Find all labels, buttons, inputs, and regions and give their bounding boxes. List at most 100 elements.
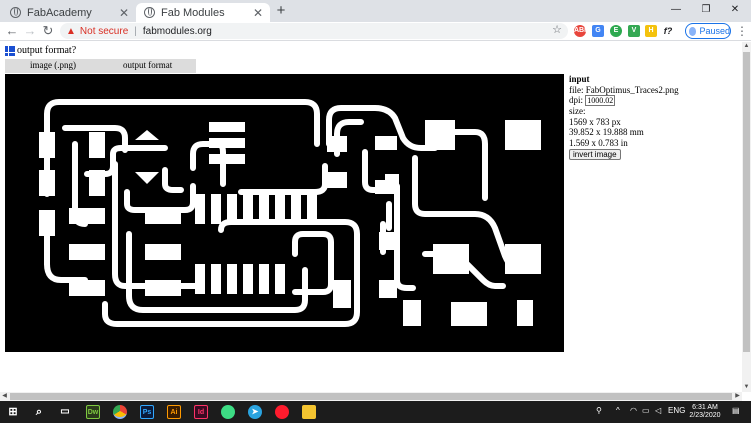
pad (145, 244, 181, 260)
url-text[interactable]: fabmodules.org (143, 26, 212, 37)
profile-status: Paused (699, 26, 730, 36)
tab-title: Fab Modules (161, 6, 225, 19)
tab-fab-modules[interactable]: Fab Modules ✕ (136, 3, 270, 22)
close-tab-icon[interactable]: ✕ (116, 6, 132, 20)
file-explorer-icon[interactable] (302, 405, 316, 419)
profile-button[interactable]: Paused (685, 23, 731, 39)
pad (145, 208, 181, 224)
battery-icon[interactable]: ▭ (642, 406, 650, 415)
globe-icon (144, 7, 155, 18)
highlighter-icon[interactable]: H (645, 25, 657, 37)
scroll-right-icon[interactable]: ▶ (733, 392, 742, 401)
pad (211, 194, 221, 224)
pad (209, 122, 245, 132)
trace (44, 261, 88, 283)
pad (211, 264, 221, 294)
avatar (689, 26, 697, 36)
scroll-down-icon[interactable]: ▼ (742, 383, 751, 392)
window-close-button[interactable]: ✕ (721, 2, 749, 18)
pad (517, 300, 533, 326)
browser-menu-icon[interactable]: ⋮ (736, 23, 748, 39)
telegram-icon[interactable]: ➤ (248, 405, 262, 419)
network-icon[interactable]: ◠ (630, 406, 637, 415)
security-status[interactable]: Not secure (80, 26, 128, 37)
bookmark-star-icon[interactable]: ☆ (552, 23, 562, 36)
pad (259, 264, 269, 294)
tab-title: FabAcademy (27, 6, 92, 19)
pad (379, 280, 397, 298)
pad (433, 244, 469, 274)
minimize-button[interactable]: — (662, 2, 690, 18)
formula-icon[interactable]: f? (662, 25, 674, 37)
reload-button[interactable]: ↻ (40, 23, 56, 39)
pad (505, 120, 541, 150)
separator: | (134, 25, 137, 37)
scroll-left-icon[interactable]: ◀ (0, 392, 9, 401)
back-button[interactable]: ← (4, 23, 20, 39)
translate-icon[interactable]: G (592, 25, 604, 37)
trace (238, 163, 328, 195)
file-name: file: FabOptimus_Traces2.png (569, 84, 679, 95)
illustrator-icon[interactable]: Ai (167, 405, 181, 419)
windows-start-icon[interactable]: ⊞ (6, 405, 20, 419)
android-studio-icon[interactable] (221, 405, 235, 419)
dpi-label: dpi: (569, 95, 584, 105)
evernote-icon[interactable]: E (610, 25, 622, 37)
pad (505, 244, 541, 274)
adblock-icon[interactable]: ABP (574, 25, 589, 37)
dreamweaver-icon[interactable]: Dw (86, 405, 100, 419)
pad (385, 174, 399, 190)
scroll-up-icon[interactable]: ▲ (742, 42, 751, 51)
module-menubar: image (.png) output format (5, 59, 196, 73)
input-format-menu[interactable]: image (.png) (30, 60, 76, 70)
notifications-icon[interactable]: ▤ (732, 406, 740, 415)
input-heading: input (569, 74, 590, 84)
opera-icon[interactable] (275, 405, 289, 419)
horizontal-scrollbar[interactable]: ◀ ▶ (0, 392, 742, 401)
fab-modules-grid-icon[interactable] (5, 45, 15, 56)
photoshop-icon[interactable]: Ps (140, 405, 154, 419)
pad (135, 172, 159, 184)
pad (39, 132, 55, 158)
pad (275, 194, 285, 224)
pad (69, 244, 105, 260)
pad (333, 280, 351, 308)
scroll-thumb[interactable] (743, 52, 750, 352)
pcb-traces-image (39, 99, 541, 327)
windows-taskbar: ⊞ ⌕ ▭ Dw Ps Ai Id ➤ ⚲ ^ ◠ ▭ ◁ ENG 6:31 A… (0, 401, 751, 423)
search-icon[interactable]: ⌕ (32, 405, 46, 419)
invert-image-button[interactable]: invert image (569, 149, 621, 161)
size-label: size: (569, 106, 586, 117)
restore-button[interactable]: ❐ (692, 2, 720, 18)
volume-icon[interactable]: ◁ (655, 406, 661, 415)
close-tab-icon[interactable]: ✕ (250, 6, 266, 20)
new-tab-button[interactable]: + (273, 3, 289, 19)
clock[interactable]: 6:31 AM 2/23/2020 (686, 404, 724, 420)
indesign-icon[interactable]: Id (194, 405, 208, 419)
chrome-icon[interactable] (113, 405, 127, 419)
pad (259, 194, 269, 224)
tray-chevron-icon[interactable]: ^ (616, 406, 620, 415)
pad (209, 138, 245, 148)
output-format-row[interactable]: output format? (5, 45, 76, 56)
pad (243, 264, 253, 294)
scroll-thumb[interactable] (10, 393, 732, 400)
pad (39, 210, 55, 236)
output-format-menu[interactable]: output format (123, 60, 172, 70)
forward-button[interactable]: → (22, 23, 38, 39)
dpi-input[interactable] (585, 95, 616, 107)
task-view-icon[interactable]: ▭ (58, 405, 72, 419)
output-format-label[interactable]: output format? (17, 45, 76, 56)
people-icon[interactable]: ⚲ (596, 406, 602, 415)
browser-toolbar: ← → ↻ ▲ Not secure | fabmodules.org ☆ AB… (0, 22, 751, 41)
pad (275, 264, 285, 294)
language-indicator[interactable]: ENG (668, 406, 685, 415)
pad (379, 232, 397, 250)
tab-fabacademy[interactable]: FabAcademy ✕ (2, 3, 136, 22)
trace (162, 167, 184, 193)
vertical-scrollbar[interactable]: ▲ ▼ (742, 42, 751, 392)
input-panel: input file: FabOptimus_Traces2.png dpi: … (569, 74, 739, 161)
address-bar[interactable]: ▲ Not secure | fabmodules.org ☆ (60, 23, 568, 39)
extension-v-icon[interactable]: V (628, 25, 640, 37)
pad (291, 194, 301, 224)
